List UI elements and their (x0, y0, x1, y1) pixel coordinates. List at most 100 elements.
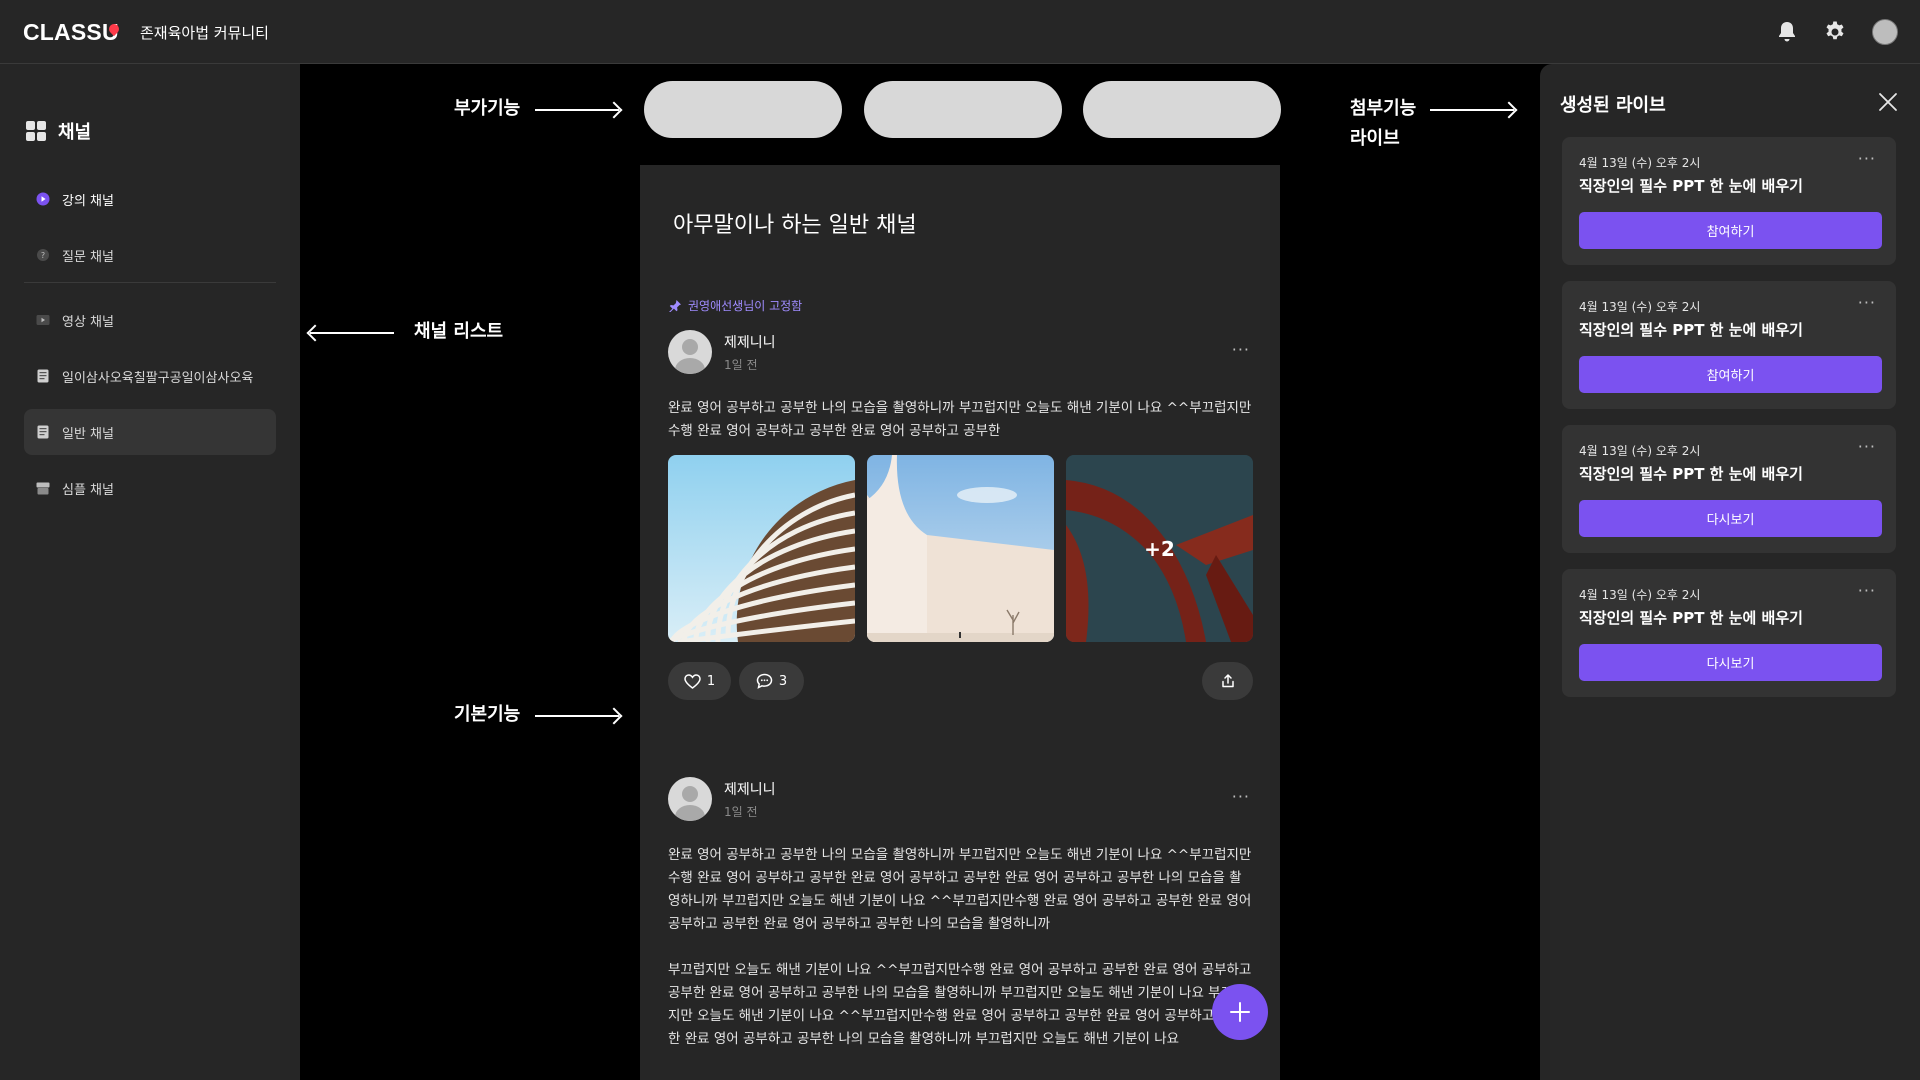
extra-feature-pill-3[interactable] (1083, 81, 1281, 138)
live-title[interactable]: 직장인의 필수 PPT 한 눈에 배우기 (1579, 607, 1803, 628)
play-circle-icon (36, 192, 50, 206)
join-button[interactable]: 참여하기 (1579, 212, 1882, 249)
comment-count: 3 (778, 673, 788, 689)
more-options-icon[interactable]: ··· (1232, 787, 1250, 806)
grid-icon (26, 121, 46, 141)
like-button[interactable]: 1 (668, 662, 731, 700)
post-author[interactable]: 제제니니 (724, 779, 776, 799)
gear-icon[interactable] (1823, 20, 1847, 44)
annotation-extra-features: 부가기능 (454, 98, 521, 119)
extra-feature-pill-2[interactable] (864, 81, 1062, 138)
arrow-right-icon (1430, 109, 1514, 111)
post-author[interactable]: 제제니니 (724, 332, 776, 352)
post-header: 제제니니 1일 전 (668, 330, 776, 374)
live-title[interactable]: 직장인의 필수 PPT 한 눈에 배우기 (1579, 319, 1803, 340)
top-bar: CLASSU 존재육아법 커뮤니티 (0, 0, 1920, 64)
arrow-right-icon (535, 109, 619, 111)
post-header: 제제니니 1일 전 (668, 777, 776, 821)
more-options-icon[interactable]: ··· (1232, 340, 1250, 359)
live-card: 4월 13일 (수) 오후 2시 직장인의 필수 PPT 한 눈에 배우기 ··… (1562, 569, 1896, 697)
video-icon (36, 313, 50, 327)
channel-sidebar: 채널 강의 채널 ? 질문 채널 영상 채널 일이삼사오육칠팔구공일이삼사오육 … (0, 64, 300, 1080)
post-paragraph: 완료 영어 공부하고 공부한 나의 모습을 촬영하니까 부끄럽지만 오늘도 해낸… (668, 400, 1252, 439)
like-count: 1 (706, 673, 716, 689)
create-post-button[interactable] (1212, 984, 1268, 1040)
box-icon (36, 481, 50, 495)
heart-icon (684, 673, 701, 689)
sidebar-item-simple[interactable]: 심플 채널 (24, 465, 276, 511)
more-options-icon[interactable]: ··· (1858, 581, 1876, 600)
live-title[interactable]: 직장인의 필수 PPT 한 눈에 배우기 (1579, 463, 1803, 484)
close-icon[interactable] (1877, 91, 1899, 113)
more-options-icon[interactable]: ··· (1858, 293, 1876, 312)
live-title[interactable]: 직장인의 필수 PPT 한 눈에 배우기 (1579, 175, 1803, 196)
arrow-left-icon (310, 332, 394, 334)
annotation-channel-list: 채널 리스트 (414, 321, 504, 342)
channel-heading: 채널 (26, 118, 91, 144)
replay-button[interactable]: 다시보기 (1579, 500, 1882, 537)
pinned-notice: 권영애선생님이 고정함 (668, 297, 802, 314)
sidebar-item-label: 질문 채널 (62, 249, 114, 265)
document-icon (36, 369, 50, 383)
more-images-count[interactable]: +2 (1066, 455, 1253, 642)
post-time: 1일 전 (724, 357, 758, 372)
channel-feed: 아무말이나 하는 일반 채널 권영애선생님이 고정함 제제니니 1일 전 ···… (640, 165, 1280, 1080)
comment-button[interactable]: 3 (739, 662, 804, 700)
comment-icon (756, 673, 773, 689)
sidebar-item-label: 일반 채널 (62, 426, 114, 442)
community-name[interactable]: 존재육아법 커뮤니티 (140, 22, 269, 43)
bell-icon[interactable] (1775, 20, 1799, 44)
post-image-white-wall[interactable] (867, 455, 1054, 642)
annotation-basic-features: 기본기능 (454, 704, 521, 725)
live-date: 4월 13일 (수) 오후 2시 (1579, 444, 1701, 458)
annotation-live: 라이브 (1350, 128, 1400, 149)
replay-button[interactable]: 다시보기 (1579, 644, 1882, 681)
more-options-icon[interactable]: ··· (1858, 149, 1876, 168)
sidebar-item-label: 영상 채널 (62, 314, 114, 330)
annotation-attach-features: 첨부기능 (1350, 98, 1417, 119)
sidebar-item-video[interactable]: 영상 채널 (24, 297, 276, 343)
live-date: 4월 13일 (수) 오후 2시 (1579, 300, 1701, 314)
more-options-icon[interactable]: ··· (1858, 437, 1876, 456)
join-button[interactable]: 참여하기 (1579, 356, 1882, 393)
post-image-red-sculpture[interactable]: +2 (1066, 455, 1253, 642)
live-date: 4월 13일 (수) 오후 2시 (1579, 156, 1701, 170)
live-card: 4월 13일 (수) 오후 2시 직장인의 필수 PPT 한 눈에 배우기 ··… (1562, 425, 1896, 553)
sidebar-item-lecture[interactable]: 강의 채널 (24, 176, 276, 222)
sidebar-item-long[interactable]: 일이삼사오육칠팔구공일이삼사오육 (24, 353, 276, 399)
sidebar-divider (24, 282, 276, 283)
pin-icon (669, 299, 681, 312)
share-button[interactable] (1202, 662, 1253, 700)
post-image-gallery: +2 (668, 455, 1253, 642)
post-image-building[interactable] (668, 455, 855, 642)
profile-avatar[interactable] (1872, 19, 1898, 45)
sidebar-item-label: 심플 채널 (62, 482, 114, 498)
live-card: 4월 13일 (수) 오후 2시 직장인의 필수 PPT 한 눈에 배우기 ··… (1562, 281, 1896, 409)
post-paragraph: 완료 영어 공부하고 공부한 나의 모습을 촬영하니까 부끄럽지만 오늘도 해낸… (668, 847, 1252, 932)
post-paragraph: 부끄럽지만 오늘도 해낸 기분이 나요 ^^부끄럽지만수행 완료 영어 공부하고… (668, 962, 1252, 1047)
sidebar-item-label: 강의 채널 (62, 193, 114, 209)
live-panel-title: 생성된 라이브 (1560, 95, 1666, 116)
live-panel: 생성된 라이브 4월 13일 (수) 오후 2시 직장인의 필수 PPT 한 눈… (1540, 64, 1920, 1080)
post-body: 완료 영어 공부하고 공부한 나의 모습을 촬영하니까 부끄럽지만 오늘도 해낸… (668, 844, 1253, 1074)
classu-logo[interactable]: CLASSU (23, 19, 119, 46)
post-actions: 1 3 (668, 662, 1253, 700)
extra-feature-pill-1[interactable] (644, 81, 842, 138)
author-avatar[interactable] (668, 777, 712, 821)
arrow-right-icon (535, 715, 619, 717)
question-icon: ? (36, 248, 50, 262)
live-date: 4월 13일 (수) 오후 2시 (1579, 588, 1701, 602)
sidebar-item-label: 일이삼사오육칠팔구공일이삼사오육 (62, 370, 254, 386)
post-time: 1일 전 (724, 804, 758, 819)
pinned-text: 권영애선생님이 고정함 (688, 299, 803, 313)
svg-text:?: ? (41, 251, 45, 260)
plus-icon (1230, 1002, 1250, 1022)
author-avatar[interactable] (668, 330, 712, 374)
share-icon (1221, 674, 1234, 688)
channel-heading-label: 채널 (58, 122, 92, 143)
sidebar-item-general[interactable]: 일반 채널 (24, 409, 276, 455)
document-icon (36, 425, 50, 439)
channel-title: 아무말이나 하는 일반 채널 (673, 213, 917, 238)
live-card: 4월 13일 (수) 오후 2시 직장인의 필수 PPT 한 눈에 배우기 ··… (1562, 137, 1896, 265)
sidebar-item-question[interactable]: ? 질문 채널 (24, 232, 276, 278)
